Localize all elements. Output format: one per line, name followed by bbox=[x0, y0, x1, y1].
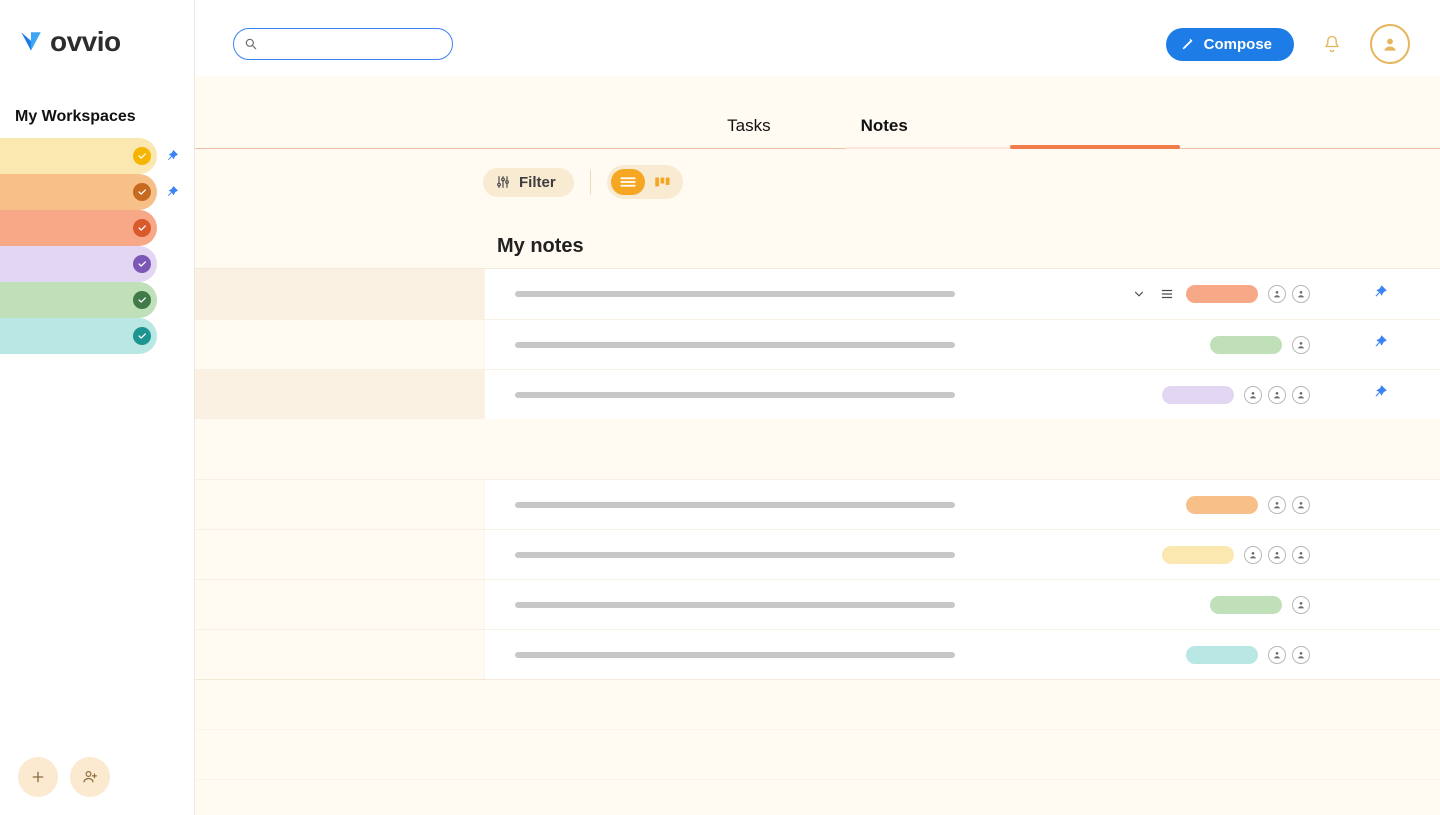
note-row[interactable] bbox=[195, 529, 1440, 579]
compose-button[interactable]: Compose bbox=[1166, 28, 1294, 61]
empty-list-area bbox=[195, 679, 1440, 780]
avatar-icon[interactable] bbox=[1268, 546, 1286, 564]
check-icon bbox=[133, 327, 151, 345]
tabs: Tasks Notes bbox=[195, 76, 1440, 149]
tab-tasks[interactable]: Tasks bbox=[727, 110, 770, 148]
avatar-icon[interactable] bbox=[1292, 336, 1310, 354]
brand-logo-icon bbox=[18, 29, 44, 55]
brand-name: ovvio bbox=[50, 26, 121, 58]
workspace-tag[interactable] bbox=[1210, 336, 1282, 354]
sliders-icon bbox=[495, 174, 511, 190]
search-icon bbox=[244, 37, 258, 51]
sidebar-workspace-item[interactable] bbox=[0, 282, 194, 318]
workspace-tag[interactable] bbox=[1186, 285, 1258, 303]
note-title-placeholder bbox=[515, 291, 955, 297]
list-toolbar: Filter bbox=[195, 149, 1440, 199]
add-workspace-button[interactable] bbox=[18, 757, 58, 797]
collaborator-avatars bbox=[1244, 546, 1310, 564]
collaborator-avatars bbox=[1268, 496, 1310, 514]
check-icon bbox=[133, 291, 151, 309]
tab-notes[interactable]: Notes bbox=[861, 110, 908, 148]
profile-button[interactable] bbox=[1370, 24, 1410, 64]
note-row[interactable] bbox=[195, 479, 1440, 529]
filter-label: Filter bbox=[519, 174, 556, 191]
workspace-tag[interactable] bbox=[1210, 596, 1282, 614]
avatar-icon[interactable] bbox=[1244, 546, 1262, 564]
list-icon[interactable] bbox=[1158, 285, 1176, 303]
note-row[interactable] bbox=[195, 579, 1440, 629]
workspace-list bbox=[0, 138, 194, 354]
compose-label: Compose bbox=[1204, 36, 1272, 53]
avatar-icon[interactable] bbox=[1292, 386, 1310, 404]
avatar-icon[interactable] bbox=[1292, 596, 1310, 614]
note-row[interactable] bbox=[195, 319, 1440, 369]
collaborator-avatars bbox=[1268, 646, 1310, 664]
avatar-icon[interactable] bbox=[1268, 496, 1286, 514]
note-row[interactable] bbox=[195, 629, 1440, 679]
row-gutter bbox=[195, 630, 485, 679]
topbar: Compose bbox=[195, 0, 1440, 76]
list-view-button[interactable] bbox=[611, 169, 645, 195]
search-box[interactable] bbox=[233, 28, 453, 60]
sidebar-workspace-item[interactable] bbox=[0, 246, 194, 282]
row-gutter bbox=[195, 530, 485, 579]
workspace-tag[interactable] bbox=[1162, 546, 1234, 564]
note-row[interactable] bbox=[195, 269, 1440, 319]
note-title-placeholder bbox=[515, 602, 955, 608]
workspace-tag[interactable] bbox=[1186, 646, 1258, 664]
collaborator-avatars bbox=[1244, 386, 1310, 404]
sidebar: ovvio My Workspaces bbox=[0, 0, 195, 815]
note-title-placeholder bbox=[515, 342, 955, 348]
pin-icon[interactable] bbox=[1371, 383, 1389, 406]
avatar-icon[interactable] bbox=[1292, 546, 1310, 564]
row-gutter bbox=[195, 580, 485, 629]
invite-user-button[interactable] bbox=[70, 757, 110, 797]
note-row[interactable] bbox=[195, 369, 1440, 419]
check-icon bbox=[133, 255, 151, 273]
pin-icon[interactable] bbox=[163, 147, 181, 165]
avatar-icon[interactable] bbox=[1268, 386, 1286, 404]
pin-icon[interactable] bbox=[163, 183, 181, 201]
view-toggle bbox=[607, 165, 683, 199]
avatar-icon[interactable] bbox=[1292, 285, 1310, 303]
check-icon bbox=[133, 147, 151, 165]
search-input[interactable] bbox=[264, 37, 442, 52]
row-gutter bbox=[195, 269, 485, 319]
workspace-tag[interactable] bbox=[1186, 496, 1258, 514]
collaborator-avatars bbox=[1268, 285, 1310, 303]
sidebar-workspace-item[interactable] bbox=[0, 174, 194, 210]
avatar-icon[interactable] bbox=[1244, 386, 1262, 404]
check-icon bbox=[133, 219, 151, 237]
row-gutter bbox=[195, 370, 485, 419]
row-gutter bbox=[195, 320, 485, 369]
my-workspaces-title: My Workspaces bbox=[0, 68, 194, 138]
collaborator-avatars bbox=[1292, 336, 1310, 354]
board-view-button[interactable] bbox=[645, 169, 679, 195]
filter-button[interactable]: Filter bbox=[483, 168, 574, 197]
avatar-icon[interactable] bbox=[1268, 285, 1286, 303]
avatar-icon[interactable] bbox=[1292, 496, 1310, 514]
pin-icon[interactable] bbox=[1371, 283, 1389, 306]
sidebar-workspace-item[interactable] bbox=[0, 318, 194, 354]
note-title-placeholder bbox=[515, 652, 955, 658]
separator bbox=[590, 170, 591, 194]
notes-list bbox=[195, 268, 1440, 679]
collaborator-avatars bbox=[1292, 596, 1310, 614]
row-gutter bbox=[195, 480, 485, 529]
note-title-placeholder bbox=[515, 392, 955, 398]
sidebar-workspace-item[interactable] bbox=[0, 138, 194, 174]
main: Compose Tasks Notes Filter bbox=[195, 0, 1440, 815]
sidebar-workspace-item[interactable] bbox=[0, 210, 194, 246]
workspace-tag[interactable] bbox=[1162, 386, 1234, 404]
check-icon bbox=[133, 183, 151, 201]
notifications-button[interactable] bbox=[1318, 30, 1346, 58]
brand: ovvio bbox=[0, 0, 194, 68]
pin-icon[interactable] bbox=[1371, 333, 1389, 356]
section-title: My notes bbox=[195, 199, 1440, 268]
avatar-icon[interactable] bbox=[1292, 646, 1310, 664]
note-title-placeholder bbox=[515, 552, 955, 558]
chevron-down-icon[interactable] bbox=[1130, 285, 1148, 303]
note-title-placeholder bbox=[515, 502, 955, 508]
avatar-icon[interactable] bbox=[1268, 646, 1286, 664]
